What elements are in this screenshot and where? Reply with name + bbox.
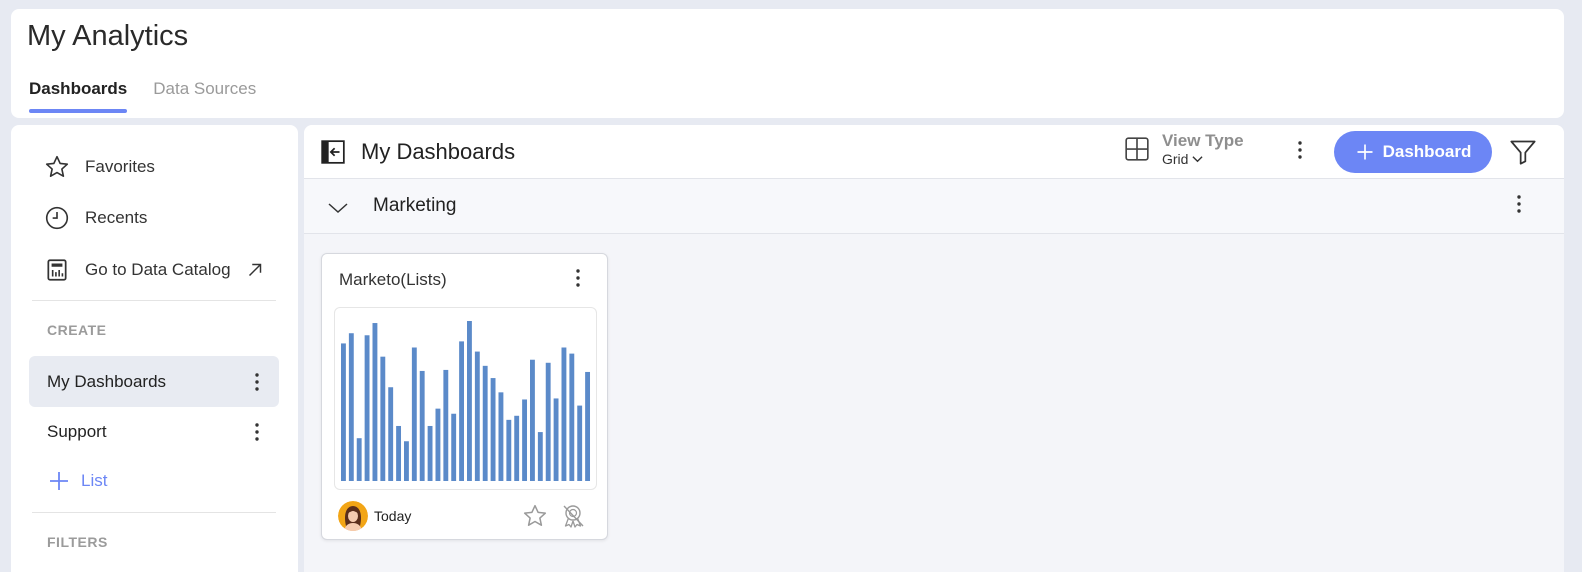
add-list-label: List <box>81 471 108 490</box>
thumbnail-bar <box>514 415 520 481</box>
thumbnail-bar <box>537 432 543 481</box>
sidebar-item-label: Favorites <box>85 157 155 176</box>
thumbnail-bar <box>490 378 496 481</box>
thumbnail-bar <box>443 369 449 481</box>
thumbnail-bar <box>356 438 362 481</box>
chevron-down-icon[interactable] <box>326 196 350 220</box>
clock-icon <box>45 206 69 230</box>
add-dashboard-button[interactable]: Dashboard <box>1334 131 1492 173</box>
dashboard-group-header[interactable]: Marketing <box>304 179 1564 234</box>
list-item-support[interactable]: Support <box>29 406 279 457</box>
thumbnail-bar <box>404 441 409 481</box>
plus-icon <box>1357 144 1373 160</box>
thumbnail-bar <box>545 362 551 481</box>
list-item-label: My Dashboards <box>47 371 167 391</box>
more-options-icon[interactable] <box>248 371 266 393</box>
tab-data-sources[interactable]: Data Sources <box>153 79 256 113</box>
thumbnail-bar <box>467 321 472 481</box>
more-options-icon[interactable] <box>1292 141 1308 163</box>
more-options-icon[interactable] <box>570 269 586 291</box>
thumbnail-bar <box>451 413 457 481</box>
thumbnail-bar <box>348 333 354 481</box>
star-icon[interactable] <box>522 503 548 529</box>
thumbnail-bar <box>522 399 528 481</box>
thumbnail-bar <box>577 405 583 481</box>
divider <box>32 300 276 301</box>
view-type-label: View Type <box>1162 131 1244 150</box>
dashboard-card-footer: Today <box>338 501 591 531</box>
app-title: My Analytics <box>27 20 189 52</box>
external-link-icon <box>248 263 261 277</box>
thumbnail-bar <box>561 347 567 481</box>
list-item-my-dashboards[interactable]: My Dashboards <box>29 356 279 407</box>
group-name: Marketing <box>373 195 457 216</box>
tab-bar: Dashboards Data Sources <box>29 79 256 113</box>
view-type-value-text: Grid <box>1162 151 1189 167</box>
thumbnail-bar <box>380 356 386 481</box>
thumbnail-bar <box>396 425 402 481</box>
sidebar-item-data-catalog[interactable]: Go to Data Catalog <box>44 257 266 283</box>
view-type-value: Grid <box>1162 151 1244 167</box>
thumbnail-bar-chart <box>341 321 591 481</box>
thumbnail-bar <box>419 370 425 481</box>
main-panel: My Dashboards View Type Grid Dashboard M… <box>304 125 1564 572</box>
sidebar-item-label: Recents <box>85 208 148 227</box>
more-options-icon[interactable] <box>248 421 266 443</box>
modified-date: Today <box>374 508 412 524</box>
list-item-label: Support <box>47 421 107 441</box>
sidebar: Favorites Recents Go to Data Catalog CRE… <box>11 125 298 572</box>
thumbnail-bar <box>585 371 591 481</box>
section-label-create: CREATE <box>47 322 107 338</box>
avatar <box>338 501 368 531</box>
thumbnail-bar <box>411 347 417 481</box>
thumbnail-bar <box>506 419 512 481</box>
sidebar-item-recents[interactable]: Recents <box>44 205 147 231</box>
thumbnail-bar <box>482 365 488 481</box>
dashboard-thumbnail <box>334 307 597 490</box>
view-type-selector[interactable]: View Type Grid <box>1124 131 1244 167</box>
thumbnail-bar <box>364 335 370 481</box>
add-list-button[interactable]: List <box>47 469 107 493</box>
dashboard-card-title: Marketo(Lists) <box>339 270 447 289</box>
grid-icon <box>1125 137 1149 161</box>
sidebar-item-favorites[interactable]: Favorites <box>44 154 155 180</box>
chevron-down-icon <box>1192 156 1204 163</box>
thumbnail-bar <box>553 398 559 481</box>
thumbnail-bar <box>459 341 465 481</box>
sidebar-item-label: Go to Data Catalog <box>85 260 231 279</box>
dashboard-card[interactable]: Marketo(Lists) Today <box>321 253 608 540</box>
add-dashboard-label: Dashboard <box>1382 142 1472 161</box>
thumbnail-bar <box>474 351 480 481</box>
app-header: My Analytics Dashboards Data Sources <box>11 9 1564 118</box>
thumbnail-bar <box>569 353 575 481</box>
main-toolbar: My Dashboards View Type Grid Dashboard <box>304 125 1564 179</box>
catalog-icon <box>47 259 67 281</box>
star-icon <box>45 155 69 178</box>
thumbnail-bar <box>427 425 433 481</box>
collapse-sidebar-icon[interactable] <box>320 139 346 165</box>
thumbnail-bar <box>530 359 535 481</box>
plus-icon <box>50 472 68 490</box>
divider <box>32 512 276 513</box>
page-title: My Dashboards <box>361 139 516 164</box>
certified-badge-off-icon[interactable] <box>559 502 587 530</box>
thumbnail-bar <box>388 387 394 481</box>
tab-dashboards[interactable]: Dashboards <box>29 79 128 113</box>
thumbnail-bar <box>372 323 378 481</box>
section-label-filters: FILTERS <box>47 534 108 550</box>
more-options-icon[interactable] <box>1511 195 1527 217</box>
thumbnail-bar <box>498 392 504 481</box>
thumbnail-bar <box>435 408 441 481</box>
filter-icon[interactable] <box>1509 138 1537 166</box>
thumbnail-bar <box>341 343 346 481</box>
